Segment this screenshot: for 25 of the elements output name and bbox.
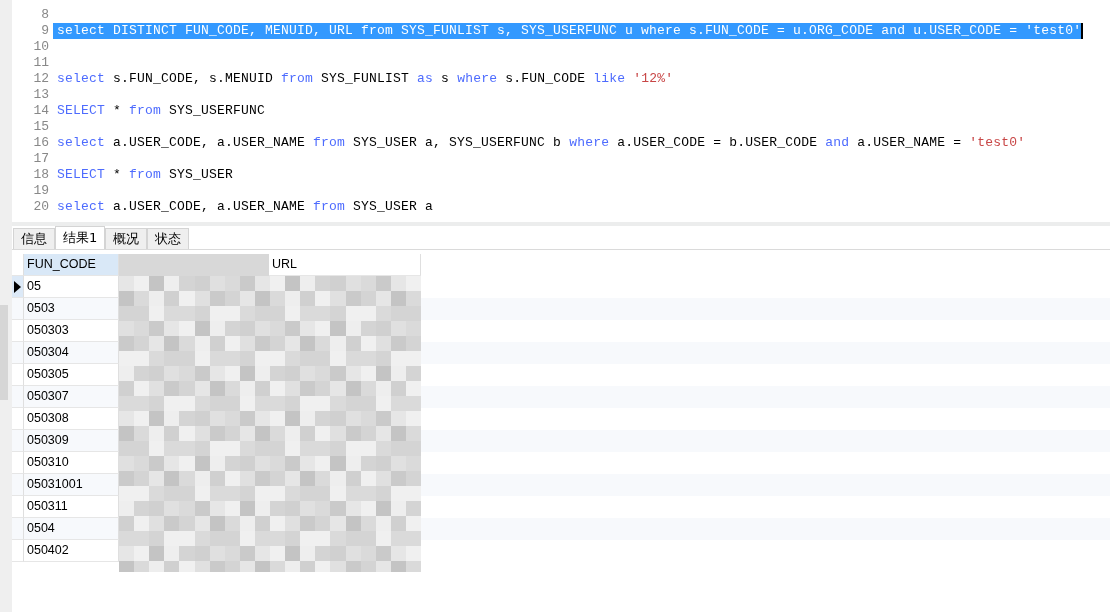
line-number: 19 xyxy=(32,183,50,199)
line-number: 13 xyxy=(32,87,50,103)
line-number: 9 xyxy=(40,23,50,39)
line-number: 8 xyxy=(40,7,50,23)
result-tab[interactable]: 信息 xyxy=(13,228,55,249)
grid-corner-cell xyxy=(12,254,24,276)
line-number: 11 xyxy=(32,55,50,71)
result-tab[interactable]: 结果1 xyxy=(55,226,106,249)
line-number: 14 xyxy=(32,103,50,119)
column-header[interactable]: FUN_CODE xyxy=(24,254,119,276)
line-number: 10 xyxy=(32,39,50,55)
result-tab[interactable]: 概况 xyxy=(105,228,148,249)
scrollbar[interactable] xyxy=(0,305,8,400)
code-line: select a.USER_CODE, a.USER_NAME from SYS_USER a, SYS_USERFUNC b where a.USER_CODE = b.USER_CODE and a.USER_NAME = 'test0' xyxy=(56,135,1026,151)
code-line: SELECT * from SYS_USER xyxy=(56,167,234,183)
code-line: select a.USER_CODE, a.USER_NAME from SYS_USER a xyxy=(56,199,434,215)
code-line: SELECT * from SYS_USERFUNC xyxy=(56,103,266,119)
result-tab[interactable]: 状态 xyxy=(147,228,190,249)
line-number: 12 xyxy=(32,71,50,87)
line-number: 17 xyxy=(32,151,50,167)
line-number: 20 xyxy=(32,199,50,215)
line-number: 18 xyxy=(32,167,50,183)
line-number: 15 xyxy=(32,119,50,135)
line-number: 16 xyxy=(32,135,50,151)
code-line: select s.FUN_CODE, s.MENUID from SYS_FUNLIST as s where s.FUN_CODE like '12%' xyxy=(56,71,674,87)
